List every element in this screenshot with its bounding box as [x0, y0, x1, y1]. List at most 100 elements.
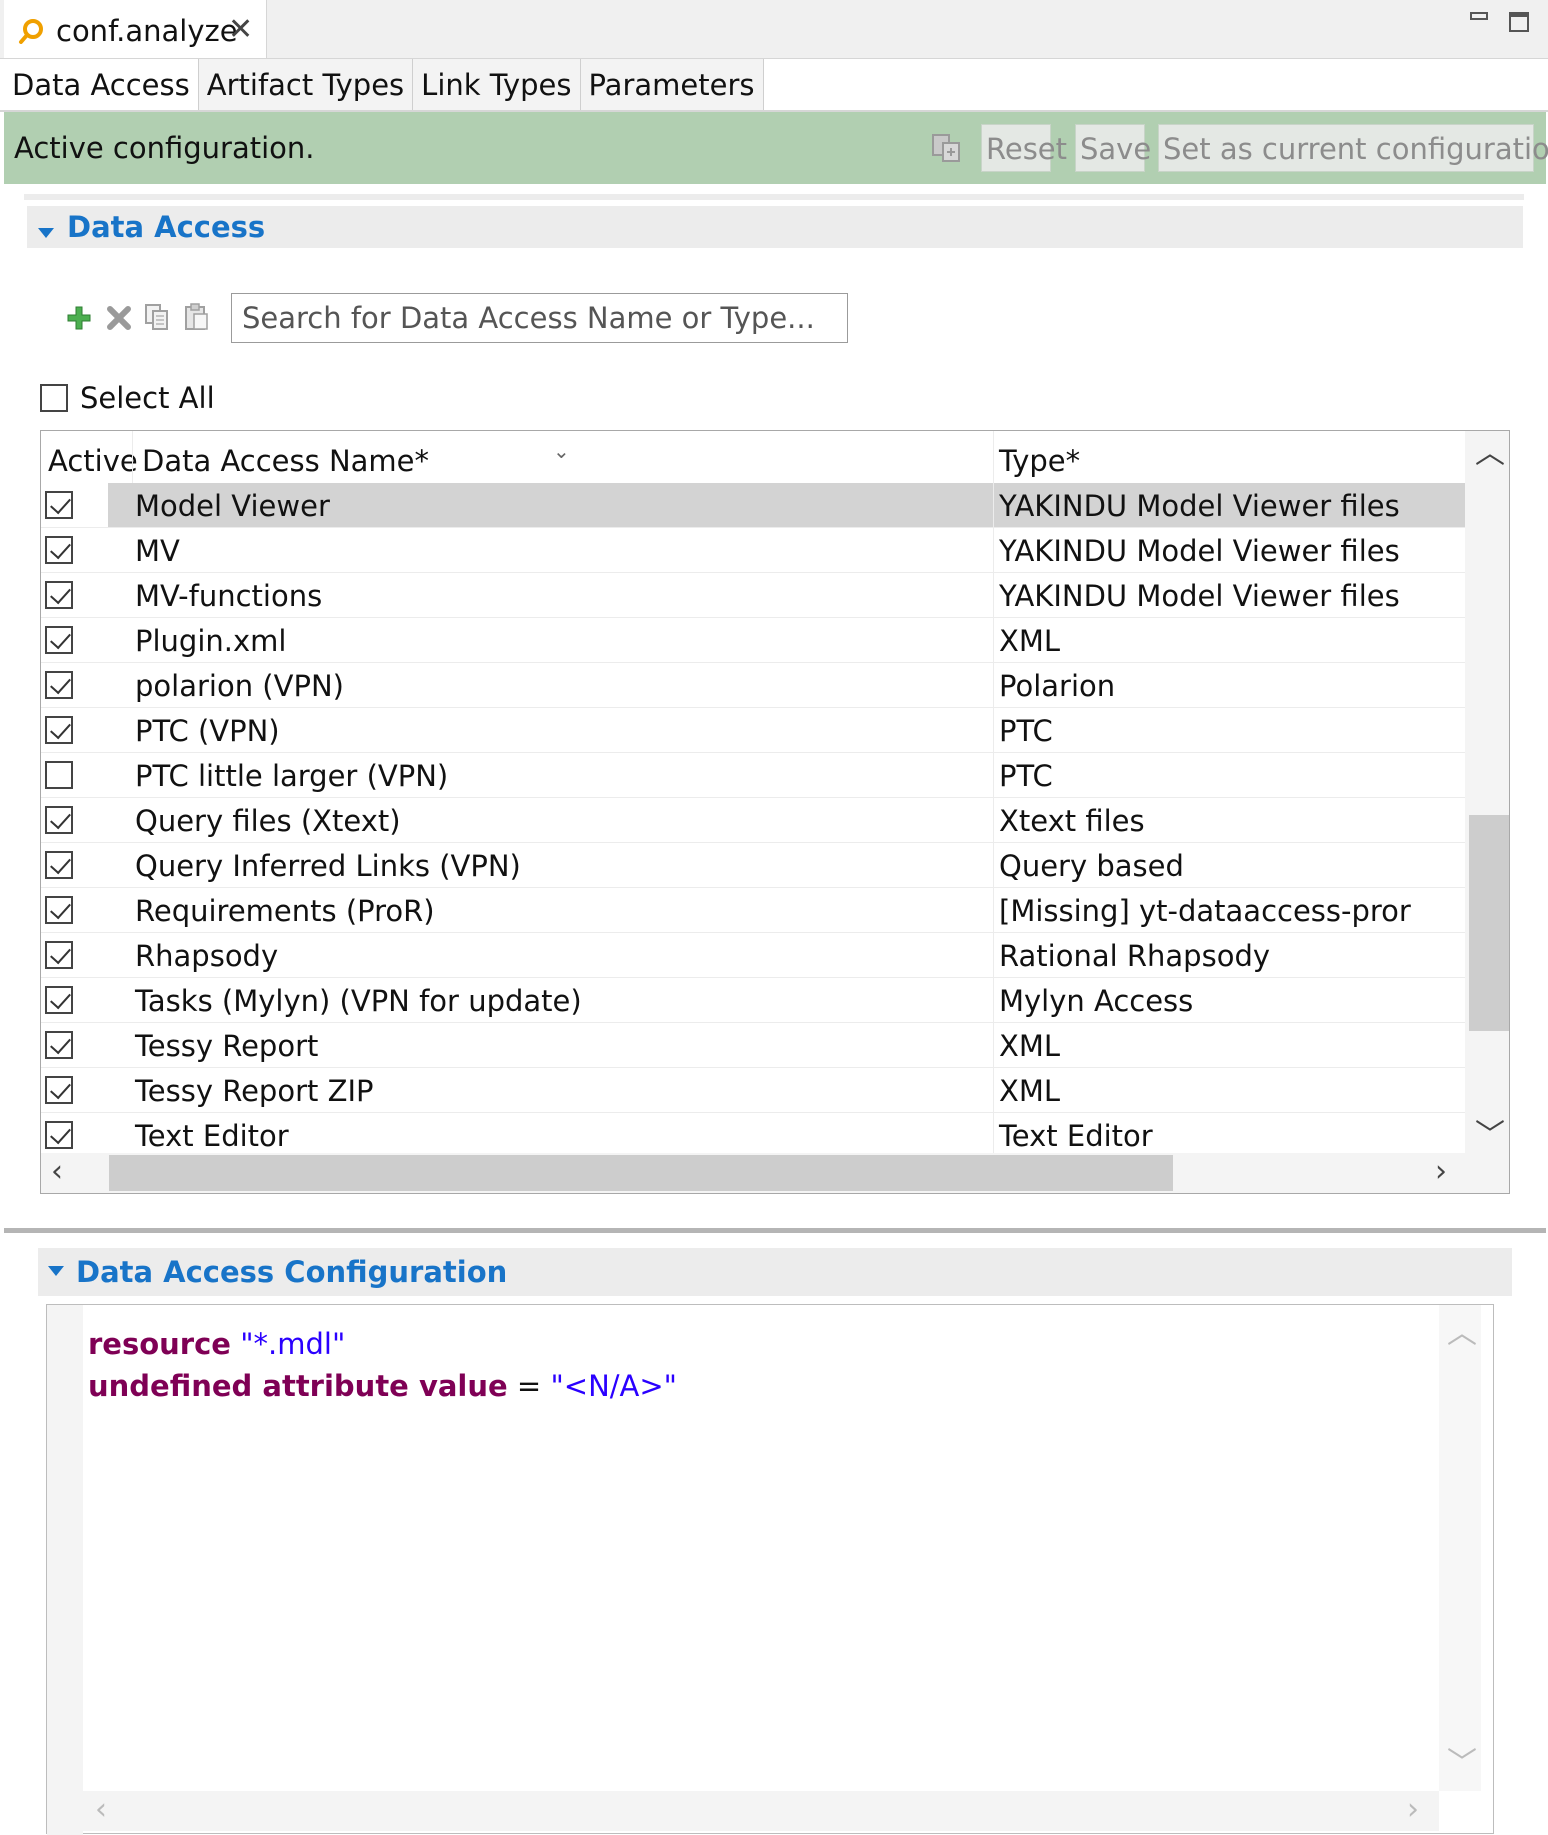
column-separator	[993, 753, 994, 798]
active-checkbox[interactable]	[45, 536, 73, 564]
active-checkbox[interactable]	[45, 986, 73, 1014]
active-checkbox[interactable]	[45, 626, 73, 654]
scroll-down-icon[interactable]: ﹀	[1447, 1749, 1477, 1779]
column-header-type[interactable]: Type*	[999, 431, 1080, 483]
scroll-down-icon[interactable]: ﹀	[1475, 1121, 1505, 1151]
close-icon[interactable]: ✕	[228, 14, 253, 46]
maximize-icon[interactable]	[1509, 12, 1529, 32]
active-checkbox[interactable]	[45, 1121, 73, 1149]
column-separator	[993, 978, 994, 1023]
vertical-scrollbar[interactable]	[1439, 1305, 1481, 1791]
scroll-left-icon[interactable]: ‹	[95, 1795, 107, 1825]
sort-icon[interactable]: ⌄	[553, 439, 570, 463]
configuration-editor[interactable]: resource "*.mdl" undefined attribute val…	[46, 1304, 1494, 1835]
active-checkbox[interactable]	[45, 671, 73, 699]
column-separator	[993, 798, 994, 843]
table-row[interactable]: MV YAKINDU Model Viewer files	[41, 528, 1465, 573]
section-title: Data Access Configuration	[76, 1255, 508, 1289]
table-row[interactable]: Tessy Report ZIP XML	[41, 1068, 1465, 1113]
table-row[interactable]: Requirements (ProR) [Missing] yt-dataacce…	[41, 888, 1465, 933]
column-separator	[993, 1023, 994, 1068]
table-row[interactable]: Tessy Report XML	[41, 1023, 1465, 1068]
table-row[interactable]: Plugin.xml XML	[41, 618, 1465, 663]
column-separator	[993, 933, 994, 978]
horizontal-scrollbar[interactable]	[83, 1791, 1439, 1831]
cell-name: PTC little larger (VPN)	[135, 759, 449, 793]
tab-artifact-types[interactable]: Artifact Types	[198, 59, 414, 111]
column-separator	[132, 431, 133, 483]
active-checkbox[interactable]	[45, 896, 73, 924]
scroll-right-icon[interactable]: ›	[1407, 1795, 1419, 1825]
cell-type: YAKINDU Model Viewer files	[999, 534, 1400, 568]
search-input[interactable]	[231, 293, 848, 343]
add-icon[interactable]	[65, 304, 93, 332]
scroll-up-icon[interactable]: ︿	[1475, 439, 1505, 469]
reset-button[interactable]: Reset	[981, 124, 1067, 172]
cell-name: polarion (VPN)	[135, 669, 344, 703]
cell-type: Mylyn Access	[999, 984, 1194, 1018]
table-row[interactable]: Text Editor Text Editor	[41, 1113, 1465, 1153]
cell-type: YAKINDU Model Viewer files	[999, 579, 1400, 613]
cell-name: Query Inferred Links (VPN)	[135, 849, 521, 883]
column-separator	[993, 888, 994, 933]
table-row[interactable]: MV-functions YAKINDU Model Viewer files	[41, 573, 1465, 618]
table-row[interactable]: PTC (VPN) PTC	[41, 708, 1465, 753]
vertical-scrollbar[interactable]	[1465, 431, 1509, 1153]
table-row[interactable]: Query files (Xtext) Xtext files	[41, 798, 1465, 843]
active-checkbox[interactable]	[45, 761, 73, 789]
scroll-left-icon[interactable]: ‹	[51, 1157, 63, 1187]
editor-ruler	[47, 1305, 83, 1835]
apply-config-icon[interactable]	[930, 132, 964, 164]
table-row[interactable]: Rhapsody Rational Rhapsody	[41, 933, 1465, 978]
data-access-table: Active Data Access Name* ⌄ Type* Model V…	[40, 430, 1510, 1194]
active-checkbox[interactable]	[45, 581, 73, 609]
code-keyword: resource	[88, 1327, 231, 1361]
copy-icon[interactable]	[143, 303, 171, 331]
active-checkbox[interactable]	[45, 491, 73, 519]
column-separator	[993, 431, 994, 483]
column-separator	[993, 843, 994, 888]
horizontal-scroll-thumb[interactable]	[109, 1155, 1173, 1191]
table-row[interactable]: polarion (VPN) Polarion	[41, 663, 1465, 708]
config-file-icon	[19, 19, 43, 44]
set-current-configuration-button[interactable]: Set as current configuration	[1158, 124, 1548, 172]
minimize-icon[interactable]	[1470, 12, 1488, 20]
configuration-section-header: Data Access Configuration	[38, 1248, 1512, 1296]
scroll-right-icon[interactable]: ›	[1435, 1157, 1447, 1187]
tab-link-types[interactable]: Link Types	[413, 59, 581, 111]
select-all-checkbox[interactable]	[40, 384, 68, 412]
collapse-icon[interactable]	[38, 228, 54, 238]
paste-icon[interactable]	[183, 303, 211, 331]
section-top-line	[24, 194, 1524, 200]
active-checkbox[interactable]	[45, 806, 73, 834]
column-header-name[interactable]: Data Access Name*	[142, 431, 429, 483]
cell-type: PTC	[999, 759, 1053, 793]
table-row[interactable]: PTC little larger (VPN) PTC	[41, 753, 1465, 798]
scroll-up-icon[interactable]: ︿	[1447, 1319, 1477, 1349]
active-checkbox[interactable]	[45, 941, 73, 969]
column-header-active[interactable]: Active	[48, 431, 138, 483]
vertical-scroll-thumb[interactable]	[1469, 815, 1509, 1031]
tab-parameters[interactable]: Parameters	[580, 59, 764, 111]
editor-tab[interactable]: conf.analyze ✕	[4, 0, 267, 58]
cell-type: YAKINDU Model Viewer files	[999, 489, 1400, 523]
active-checkbox[interactable]	[45, 1031, 73, 1059]
active-checkbox[interactable]	[45, 716, 73, 744]
cell-type: Polarion	[999, 669, 1116, 703]
cell-type: Rational Rhapsody	[999, 939, 1271, 973]
active-checkbox[interactable]	[45, 851, 73, 879]
table-row[interactable]: Tasks (Mylyn) (VPN for update) Mylyn Acce…	[41, 978, 1465, 1023]
column-separator	[993, 1113, 994, 1153]
table-row[interactable]: Query Inferred Links (VPN) Query based	[41, 843, 1465, 888]
column-separator	[993, 618, 994, 663]
code-keyword: undefined attribute value	[88, 1369, 508, 1403]
delete-icon[interactable]	[105, 304, 133, 332]
save-button[interactable]: Save	[1075, 124, 1151, 172]
cell-type: XML	[999, 1074, 1061, 1108]
sash[interactable]	[4, 1228, 1546, 1233]
cell-type: Query based	[999, 849, 1184, 883]
tab-data-access[interactable]: Data Access	[4, 59, 199, 111]
collapse-icon[interactable]	[48, 1266, 64, 1276]
active-checkbox[interactable]	[45, 1076, 73, 1104]
table-row[interactable]: Model Viewer YAKINDU Model Viewer files	[41, 483, 1465, 528]
